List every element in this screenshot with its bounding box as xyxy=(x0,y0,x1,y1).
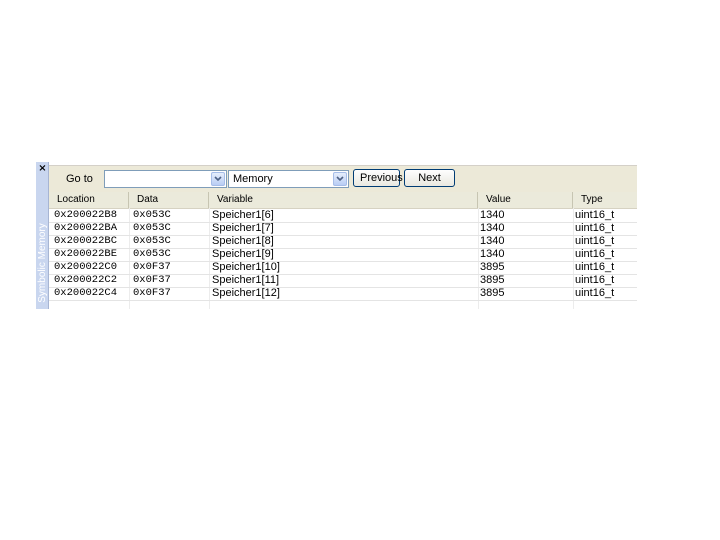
table-row[interactable]: 0x200022BA 0x053C Speicher1[7] 1340 uint… xyxy=(49,222,637,236)
cell-value[interactable]: 3895 xyxy=(480,261,573,274)
cell-value[interactable]: 1340 xyxy=(480,248,573,261)
goto-label: Go to xyxy=(66,173,93,185)
symbolic-memory-panel: × Symbolic Memory Go to Memory Previous … xyxy=(36,162,637,309)
memory-dropdown-button[interactable] xyxy=(333,172,347,186)
toolbar: Go to Memory Previous Next xyxy=(49,165,637,193)
goto-combobox[interactable] xyxy=(104,170,227,188)
column-header-location[interactable]: Location xyxy=(49,192,129,208)
cell-location: 0x200022C2 xyxy=(54,274,118,286)
cell-value[interactable]: 1340 xyxy=(480,235,573,248)
cell-variable: Speicher1[12] xyxy=(212,287,280,299)
cell-location: 0x200022BA xyxy=(54,222,118,234)
cell-value[interactable]: 3895 xyxy=(480,287,573,300)
cell-data: 0x0F37 xyxy=(133,261,171,273)
cell-data: 0x053C xyxy=(133,248,171,260)
table-row[interactable]: 0x200022C2 0x0F37 Speicher1[11] 3895 uin… xyxy=(49,274,637,288)
cell-variable: Speicher1[11] xyxy=(212,274,280,286)
table-row[interactable]: 0x200022C4 0x0F37 Speicher1[12] 3895 uin… xyxy=(49,287,637,301)
chevron-down-icon xyxy=(336,176,344,182)
cell-data: 0x0F37 xyxy=(133,274,171,286)
cell-value[interactable]: 3895 xyxy=(480,274,573,287)
cell-data: 0x053C xyxy=(133,222,171,234)
cell-variable: Speicher1[9] xyxy=(212,248,274,260)
cell-variable: Speicher1[10] xyxy=(212,261,280,273)
side-tab-title: Symbolic Memory xyxy=(37,223,48,303)
cell-type: uint16_t xyxy=(575,209,615,221)
table-row[interactable]: 0x200022BE 0x053C Speicher1[9] 1340 uint… xyxy=(49,248,637,262)
cell-location: 0x200022BE xyxy=(54,248,118,260)
cell-type: uint16_t xyxy=(575,261,615,273)
side-tab[interactable]: × Symbolic Memory xyxy=(36,162,49,309)
cell-type: uint16_t xyxy=(575,222,615,234)
table-row[interactable]: 0x200022C0 0x0F37 Speicher1[10] 3895 uin… xyxy=(49,261,637,275)
memory-combobox[interactable]: Memory xyxy=(228,170,349,188)
cell-location: 0x200022B8 xyxy=(54,209,118,221)
previous-button[interactable]: Previous xyxy=(353,169,403,187)
table-row[interactable]: 0x200022BC 0x053C Speicher1[8] 1340 uint… xyxy=(49,235,637,249)
cell-data: 0x053C xyxy=(133,235,171,247)
cell-data: 0x053C xyxy=(133,209,171,221)
cell-type: uint16_t xyxy=(575,248,615,260)
cell-type: uint16_t xyxy=(575,274,615,286)
table-row[interactable]: 0x200022B8 0x053C Speicher1[6] 1340 uint… xyxy=(49,209,637,223)
cell-value[interactable]: 1340 xyxy=(480,209,573,222)
memory-value: Memory xyxy=(233,173,273,185)
column-header-type[interactable]: Type xyxy=(573,192,637,208)
cell-data: 0x0F37 xyxy=(133,287,171,299)
cell-variable: Speicher1[8] xyxy=(212,235,274,247)
cell-variable: Speicher1[7] xyxy=(212,222,274,234)
column-header-data[interactable]: Data xyxy=(129,192,209,208)
close-icon[interactable]: × xyxy=(38,164,47,174)
column-header-value[interactable]: Value xyxy=(478,192,573,208)
goto-dropdown-button[interactable] xyxy=(211,172,225,186)
cell-variable: Speicher1[6] xyxy=(212,209,274,221)
next-button[interactable]: Next xyxy=(404,169,455,187)
memory-table: Location Data Variable Value Type 0x2000… xyxy=(49,192,637,309)
cell-location: 0x200022C4 xyxy=(54,287,118,299)
cell-value[interactable]: 1340 xyxy=(480,222,573,235)
table-header: Location Data Variable Value Type xyxy=(49,192,637,209)
column-header-variable[interactable]: Variable xyxy=(209,192,478,208)
cell-location: 0x200022BC xyxy=(54,235,118,247)
cell-type: uint16_t xyxy=(575,287,615,299)
cell-type: uint16_t xyxy=(575,235,615,247)
cell-location: 0x200022C0 xyxy=(54,261,118,273)
chevron-down-icon xyxy=(214,176,222,182)
